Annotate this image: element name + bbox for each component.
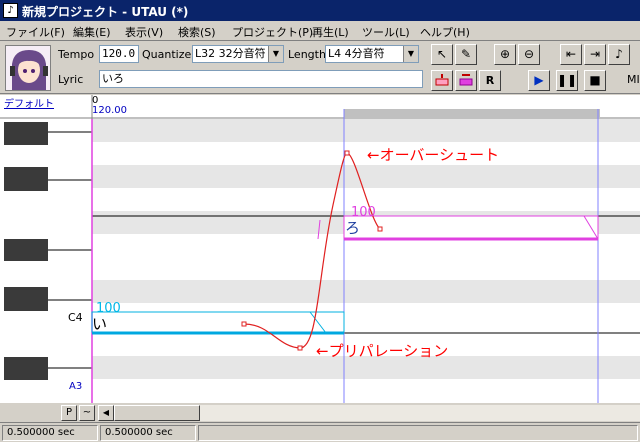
status-panel bbox=[198, 425, 638, 441]
skip-start-icon: ⇤ bbox=[565, 47, 577, 61]
note-ro-lyric: ろ bbox=[345, 219, 361, 237]
scroll-thumb[interactable] bbox=[114, 405, 200, 421]
arrow-left-icon: ◀ bbox=[102, 408, 110, 417]
length-value: L4 4分音符 bbox=[328, 47, 385, 60]
go-end-button[interactable]: ⇥ bbox=[584, 44, 606, 65]
zoom-in-icon: ⊕ bbox=[499, 47, 511, 61]
p-button[interactable]: P bbox=[61, 405, 77, 421]
play-button[interactable]: ▶ bbox=[528, 70, 550, 91]
pencil-icon: ✎ bbox=[460, 47, 472, 61]
zoom-in-button[interactable]: ⊕ bbox=[494, 44, 516, 65]
horizontal-scrollbar[interactable]: P ~ ◀ bbox=[0, 404, 640, 422]
scroll-left-button[interactable]: ◀ bbox=[98, 405, 114, 421]
note-icon: ♪ bbox=[615, 47, 623, 61]
go-start-button[interactable]: ⇤ bbox=[560, 44, 582, 65]
menu-view[interactable]: 表示(V) bbox=[125, 24, 163, 40]
pitch-point[interactable] bbox=[241, 321, 247, 327]
tempo-input[interactable]: 120.0 bbox=[99, 45, 139, 63]
toolbar: Tempo 120.0 Quantize L32 32分音符 ▼ Length … bbox=[0, 42, 640, 94]
skip-end-icon: ⇥ bbox=[589, 47, 601, 61]
menu-project[interactable]: プロジェクト(P) bbox=[232, 24, 313, 40]
utau-window: ♪ 新規プロジェクト - UTAU (*) ファイル(F) 編集(E) 表示(V… bbox=[0, 0, 640, 442]
scroll-track[interactable] bbox=[200, 405, 640, 421]
track-name[interactable]: デフォルト bbox=[4, 95, 54, 110]
black-key bbox=[4, 122, 48, 145]
black-key bbox=[4, 287, 48, 311]
delete-note-icon bbox=[459, 74, 473, 86]
quantize-value: L32 32分音符 bbox=[195, 47, 266, 60]
quantize-label: Quantize bbox=[142, 48, 192, 61]
black-key bbox=[4, 357, 48, 380]
menu-tools[interactable]: ツール(L) bbox=[362, 24, 410, 40]
menu-help[interactable]: ヘルプ(H) bbox=[420, 24, 470, 40]
stop-button[interactable]: ■ bbox=[584, 70, 606, 91]
midi-label: MI bbox=[627, 73, 640, 86]
pitch-point[interactable] bbox=[297, 345, 303, 351]
black-key bbox=[4, 239, 48, 261]
a3-key-label: A3 bbox=[69, 381, 83, 392]
play-icon: ▶ bbox=[534, 73, 544, 87]
note-i-lyric: い bbox=[92, 315, 108, 333]
rest-r-icon: R bbox=[485, 74, 495, 87]
length-label: Length bbox=[288, 48, 326, 61]
singer-avatar[interactable] bbox=[5, 45, 51, 91]
pointer-tool-button[interactable]: ↖ bbox=[431, 44, 453, 65]
pause-icon: ❚❚ bbox=[557, 73, 578, 87]
rest-button[interactable]: R bbox=[479, 70, 501, 91]
pitch-point[interactable] bbox=[377, 226, 383, 232]
insert-note-icon bbox=[435, 74, 449, 86]
menu-search[interactable]: 検索(S) bbox=[178, 24, 216, 40]
length-select[interactable]: L4 4分音符 ▼ bbox=[325, 45, 419, 63]
dropdown-arrow-icon: ▼ bbox=[403, 46, 418, 62]
piano-keys bbox=[0, 119, 92, 403]
overshoot-annotation: ←オーバーシュート bbox=[367, 146, 500, 164]
lyric-input[interactable]: いろ bbox=[99, 70, 423, 88]
note-insert-button[interactable]: ♪ bbox=[608, 44, 630, 65]
lyric-label: Lyric bbox=[58, 73, 84, 86]
selection-bar bbox=[344, 109, 600, 117]
pause-button[interactable]: ❚❚ bbox=[556, 70, 578, 91]
ruler-tempo: 120.00 bbox=[92, 105, 127, 116]
zoom-out-button[interactable]: ⊖ bbox=[518, 44, 540, 65]
quantize-select[interactable]: L32 32分音符 ▼ bbox=[192, 45, 284, 63]
stop-icon: ■ bbox=[589, 73, 601, 87]
delete-note-button[interactable] bbox=[455, 70, 477, 91]
c4-key-label: C4 bbox=[68, 311, 83, 324]
insert-note-button[interactable] bbox=[431, 70, 453, 91]
status-time-left: 0.500000 sec bbox=[2, 425, 98, 441]
piano-roll[interactable]: デフォルト 0 120.00 C4 A3 100 い 100 ろ ←オーバーシュ… bbox=[0, 95, 640, 403]
title-bar: ♪ 新規プロジェクト - UTAU (*) bbox=[0, 0, 640, 21]
menu-edit[interactable]: 編集(E) bbox=[73, 24, 111, 40]
window-title: 新規プロジェクト - UTAU (*) bbox=[22, 5, 189, 19]
status-bar: 0.500000 sec 0.500000 sec bbox=[0, 422, 640, 442]
dropdown-arrow-icon: ▼ bbox=[268, 46, 283, 62]
black-key bbox=[4, 167, 48, 191]
menu-playback[interactable]: 再生(L) bbox=[312, 24, 349, 40]
status-time-right: 0.500000 sec bbox=[100, 425, 196, 441]
menu-file[interactable]: ファイル(F) bbox=[6, 24, 65, 40]
menu-bar: ファイル(F) 編集(E) 表示(V) 検索(S) プロジェクト(P) 再生(L… bbox=[0, 21, 640, 41]
cursor-icon: ↖ bbox=[436, 47, 448, 61]
tilde-button[interactable]: ~ bbox=[79, 405, 95, 421]
pencil-tool-button[interactable]: ✎ bbox=[455, 44, 477, 65]
preparation-annotation: ←プリパレーション bbox=[316, 342, 449, 360]
zoom-out-icon: ⊖ bbox=[523, 47, 535, 61]
app-icon: ♪ bbox=[3, 3, 18, 18]
pitch-point[interactable] bbox=[344, 150, 350, 156]
tempo-label: Tempo bbox=[58, 48, 95, 61]
